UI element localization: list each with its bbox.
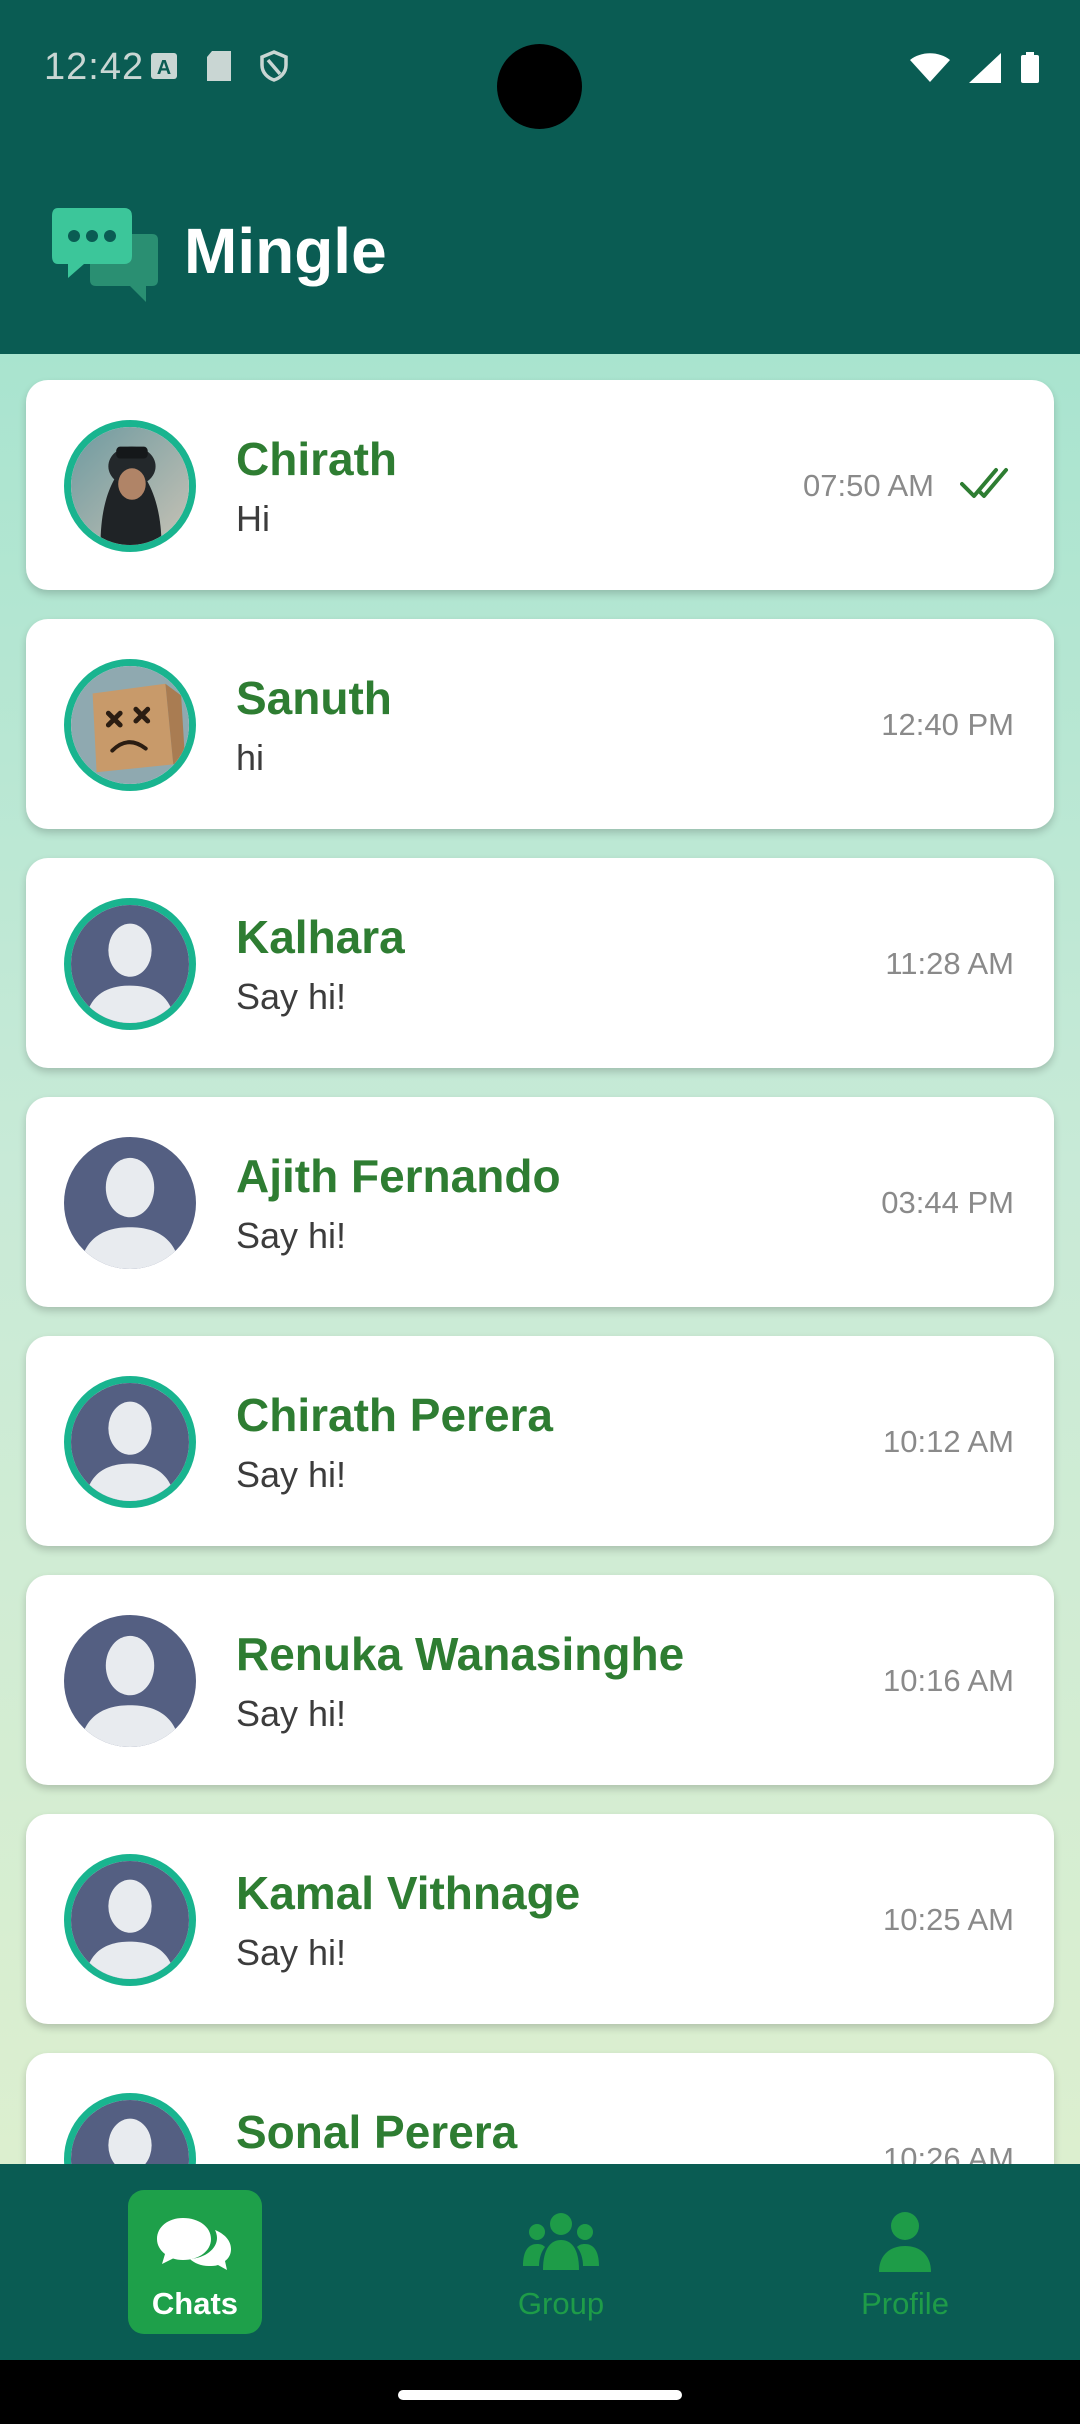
group-icon (523, 2213, 599, 2270)
chat-name: Sonal Perera (236, 2106, 518, 2158)
chat-time: 10:25 AM (883, 1902, 1014, 1937)
shield-icon (260, 50, 288, 82)
chat-name: Sanuth (236, 672, 392, 724)
default-avatar-icon (71, 1861, 189, 1979)
avatar (64, 1615, 196, 1747)
chat-item[interactable]: Kalhara Say hi! 11:28 AM (26, 858, 1054, 1068)
chat-time: 03:44 PM (881, 1185, 1014, 1220)
default-avatar-icon (64, 1137, 196, 1269)
camera-cutout (497, 44, 582, 129)
system-status-icons (910, 52, 1040, 84)
chat-preview: hi (236, 737, 265, 778)
avatar-photo (71, 427, 189, 545)
chat-time: 10:16 AM (883, 1663, 1014, 1698)
chat-preview: Hi (236, 498, 270, 539)
chat-time: 10:12 AM (883, 1424, 1014, 1459)
default-avatar-icon (71, 1383, 189, 1501)
status-bar: 12:42 A (0, 0, 1080, 140)
chat-preview: Say hi! (236, 1215, 347, 1256)
home-gesture-bar[interactable] (398, 2390, 682, 2400)
app-bar: Mingle (0, 180, 1080, 330)
chat-item[interactable]: Ajith Fernando Say hi! 03:44 PM (26, 1097, 1054, 1307)
avatar (64, 2093, 196, 2164)
avatar (64, 1376, 196, 1508)
app-title: Mingle (184, 215, 387, 287)
nav-label: Group (517, 2286, 605, 2321)
default-avatar-icon (71, 2100, 189, 2164)
signal-icon (969, 53, 1001, 83)
chat-name: Chirath (236, 433, 397, 485)
nav-chats-tab[interactable]: Chats (128, 2190, 262, 2334)
chat-bubbles-icon (157, 2218, 231, 2270)
app-header: 12:42 A Mingle (0, 0, 1080, 354)
nav-group-tab[interactable]: Group (494, 2190, 628, 2334)
chat-time: 07:50 AM (803, 468, 934, 503)
avatar (64, 420, 196, 552)
chat-item[interactable]: Kamal Vithnage Say hi! 10:25 AM (26, 1814, 1054, 2024)
chat-name: Chirath Perera (236, 1389, 554, 1441)
nav-profile-tab[interactable]: Profile (838, 2190, 972, 2334)
chat-preview: Say hi! (236, 1454, 347, 1495)
person-icon (879, 2212, 931, 2272)
bottom-nav: Chats Group Profile (0, 2164, 1080, 2360)
nav-label: Chats (151, 2286, 239, 2321)
status-time: 12:42 (44, 46, 145, 88)
svg-text:A: A (157, 57, 171, 79)
keyboard-a-icon: A (151, 53, 177, 79)
chat-name: Kamal Vithnage (236, 1867, 581, 1919)
chat-name: Renuka Wanasinghe (236, 1628, 685, 1680)
default-avatar-icon (64, 1615, 196, 1747)
wifi-icon (910, 53, 950, 82)
chat-item[interactable]: Chirath Perera Say hi! 10:12 AM (26, 1336, 1054, 1546)
chat-preview: Say hi! (236, 1693, 347, 1734)
avatar (64, 1854, 196, 1986)
chat-item[interactable]: Renuka Wanasinghe Say hi! 10:16 AM (26, 1575, 1054, 1785)
avatar (64, 898, 196, 1030)
double-check-icon (960, 468, 1008, 498)
chat-preview: Say hi! (236, 1932, 347, 1973)
default-avatar-icon (71, 905, 189, 1023)
chat-time: 12:40 PM (881, 707, 1014, 742)
notification-icons: A (150, 50, 288, 82)
chat-time: 10:26 AM (883, 2141, 1014, 2164)
avatar-photo (71, 666, 189, 784)
chat-name: Ajith Fernando (236, 1150, 561, 1202)
chat-bubbles-icon (52, 208, 158, 302)
nav-label: Profile (861, 2286, 949, 2321)
avatar (64, 1137, 196, 1269)
chat-item[interactable]: Sanuth hi 12:40 PM (26, 619, 1054, 829)
chat-item[interactable]: Sonal Perera 10:26 AM (26, 2053, 1054, 2164)
chat-item[interactable]: Chirath Hi 07:50 AM (26, 380, 1054, 590)
battery-icon (1021, 52, 1039, 83)
avatar (64, 659, 196, 791)
chat-time: 11:28 AM (885, 946, 1014, 981)
chat-name: Kalhara (236, 911, 405, 963)
sd-card-icon (207, 51, 231, 81)
chat-preview: Say hi! (236, 976, 347, 1017)
gesture-nav-area (0, 2360, 1080, 2424)
chat-list[interactable]: Chirath Hi 07:50 AM Sanuth hi 12:40 PM K… (0, 354, 1080, 2164)
